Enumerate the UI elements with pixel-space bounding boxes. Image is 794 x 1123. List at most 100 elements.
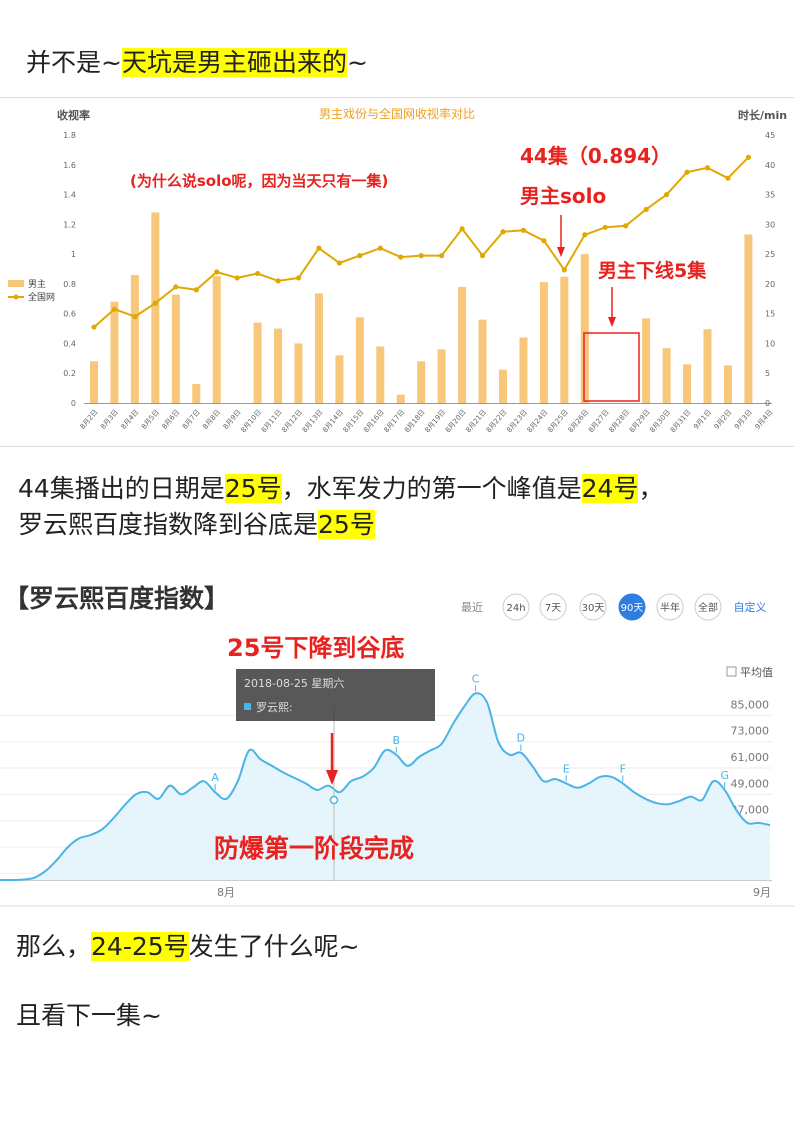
rating-point (479, 253, 486, 259)
rating-point (214, 269, 220, 275)
rating-point (234, 275, 240, 281)
duration-bar (130, 274, 139, 403)
average-checkbox[interactable] (726, 666, 737, 677)
rating-point (623, 223, 629, 229)
range-button-label[interactable]: 半年 (660, 601, 680, 614)
duration-bar (355, 317, 364, 403)
range-button-label[interactable]: 24h (506, 603, 525, 614)
rating-point (541, 238, 547, 244)
intro-text-a: 并不是~ (26, 48, 122, 77)
event-label[interactable]: C (472, 672, 480, 685)
y-tick-label: 61,000 (731, 751, 770, 764)
rating-point (152, 300, 158, 306)
legend-swatch-bar (8, 280, 24, 287)
event-label[interactable]: B (393, 734, 401, 747)
right-tick-label: 20 (765, 280, 775, 289)
rating-point (336, 260, 342, 266)
y-tick-label: 49,000 (731, 777, 770, 790)
duration-bar (171, 294, 180, 403)
question-text-a: 那么， (16, 932, 92, 961)
rating-point (111, 306, 118, 312)
right-tick-label: 5 (765, 369, 770, 378)
x-tick-label: 8月21日 (464, 408, 488, 434)
x-tick-label: 9月2日 (713, 408, 734, 431)
x-tick-label: 8月16日 (362, 408, 386, 434)
event-label[interactable]: G (720, 769, 729, 782)
rating-point (459, 226, 465, 232)
duration-bar (212, 276, 221, 403)
range-button-custom[interactable]: 自定义 (734, 600, 767, 614)
episode-44-annotation: 44集（0.894） (520, 144, 671, 168)
range-button-label[interactable]: 全部 (698, 601, 718, 614)
rating-point (520, 227, 527, 233)
left-tick-label: 1.2 (63, 220, 76, 229)
duration-bar (662, 348, 671, 403)
x-tick-label: 8月31日 (669, 408, 693, 434)
duration-bar (90, 361, 98, 403)
baidu-index-chart: 【罗云熙百度指数】 最近24h7天30天90天半年全部自定义 平均值 13,00… (0, 573, 794, 908)
x-tick-label: 8月4日 (120, 408, 141, 431)
left-tick-label: 1.4 (63, 191, 76, 200)
duration-bar (478, 319, 487, 403)
y-tick-label: 73,000 (731, 725, 770, 738)
x-tick-label: 8月2日 (79, 408, 100, 431)
x-tick-label: 8月3日 (99, 408, 120, 431)
rating-point (132, 314, 138, 320)
rating-point (684, 169, 690, 175)
question-text-b: 发生了什么呢~ (188, 932, 360, 961)
analysis-text-a1: 44集播出的日期是 (18, 474, 225, 503)
duration-bar (703, 329, 712, 403)
intro-line: 并不是~天坑是男主砸出来的~ (26, 46, 368, 80)
analysis-line-1: 44集播出的日期是25号，水军发力的第一个峰值是24号， (18, 472, 663, 506)
duration-bar (580, 254, 589, 403)
duration-bar (314, 293, 323, 403)
duration-bar (723, 365, 732, 403)
range-button-label[interactable]: 90天 (621, 603, 644, 614)
rating-point (91, 324, 97, 330)
rating-point (418, 253, 424, 259)
range-button-label[interactable]: 30天 (582, 603, 605, 614)
ratings-chart-svg: 收视率 时长/min 男主戏份与全国网收视率对比 0 0.2 0.4 0.6 0.8 1 1… (0, 97, 794, 447)
x-tick-label: 8月13日 (301, 408, 325, 434)
range-button-label[interactable]: 7天 (545, 603, 561, 614)
event-label[interactable]: E (563, 762, 570, 775)
analysis-text-a3: ， (638, 474, 664, 503)
duration-bar (151, 212, 160, 403)
rating-point (377, 245, 383, 251)
next-episode-line: 且看下一集~ (16, 1001, 162, 1030)
duration-bar (253, 322, 262, 403)
duration-bar (110, 301, 119, 403)
event-label[interactable]: D (517, 732, 525, 745)
event-label[interactable]: F (620, 762, 626, 775)
x-tick-label: 8月28日 (608, 408, 632, 434)
rating-point (582, 232, 588, 238)
duration-bar (683, 364, 692, 403)
duration-bar (437, 349, 446, 403)
right-tick-label: 10 (765, 339, 775, 348)
event-label[interactable]: A (211, 771, 219, 784)
left-tick-label: 0.8 (63, 280, 76, 289)
x-tick-label: 9月1日 (692, 408, 713, 431)
x-tick-label: 8月30日 (648, 408, 672, 434)
rating-point (745, 154, 752, 160)
rating-point (704, 165, 711, 171)
duration-bar (744, 234, 753, 403)
right-axis-label: 时长/min (738, 108, 787, 122)
average-label: 平均值 (740, 666, 773, 679)
duration-bar (642, 318, 651, 403)
duration-bar (335, 355, 344, 403)
analysis-line-2: 罗云熙百度指数降到谷底是25号 (18, 508, 375, 542)
left-axis-label: 收视率 (57, 108, 90, 122)
rating-point (602, 224, 608, 230)
x-tick-label: 8月14日 (321, 408, 345, 434)
rating-point (316, 245, 322, 251)
rating-point (255, 270, 261, 277)
analysis-text-a2: ，水军发力的第一个峰值是 (281, 474, 582, 503)
rating-point (275, 278, 281, 284)
right-tick-label: 25 (765, 250, 775, 259)
intro-text-b: ~ (346, 48, 368, 77)
tooltip-label: 罗云熙: (256, 701, 293, 714)
legend-label-line: 全国网 (28, 291, 55, 303)
left-tick-label: 0.6 (63, 310, 76, 319)
left-tick-label: 0 (71, 399, 76, 408)
